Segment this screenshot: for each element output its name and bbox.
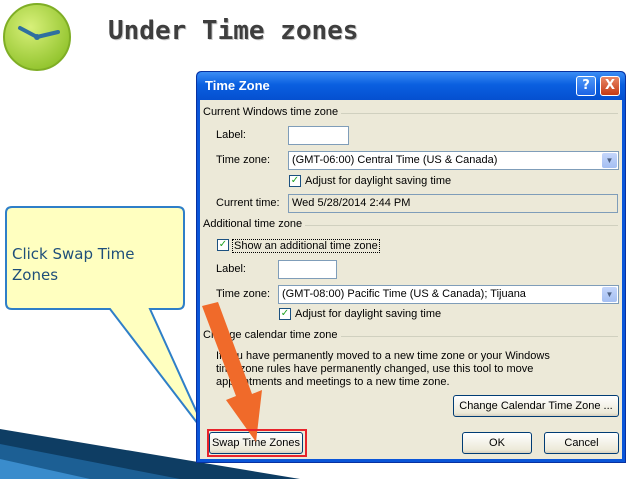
additional-timezone-caption: Time zone: [216,288,271,300]
help-button[interactable]: ? [576,76,596,96]
additional-group-label: Additional time zone [203,218,306,230]
change-calendar-timezone-button[interactable]: Change Calendar Time Zone ... [453,395,619,417]
additional-timezone-select[interactable]: (GMT-08:00) Pacific Time (US & Canada); … [278,285,619,304]
dialog-title: Time Zone [205,78,270,93]
current-dst-checkbox[interactable]: ✓ [289,175,301,187]
chevron-down-icon[interactable]: ▼ [602,287,617,302]
current-time-field: Wed 5/28/2014 2:44 PM [288,194,618,213]
additional-dst-checkbox[interactable]: ✓ [279,308,291,320]
dialog-titlebar: Time Zone ? X [197,72,625,100]
current-group-label: Current Windows time zone [203,106,342,118]
current-timezone-select[interactable]: (GMT-06:00) Central Time (US & Canada) ▼ [288,151,619,170]
additional-label-caption: Label: [216,263,246,275]
additional-timezone-value: (GMT-08:00) Pacific Time (US & Canada); … [282,288,526,300]
cancel-button[interactable]: Cancel [544,432,619,454]
current-timezone-caption: Time zone: [216,154,271,166]
additional-label-input[interactable] [278,260,337,279]
current-time-caption: Current time: [216,197,280,209]
current-timezone-value: (GMT-06:00) Central Time (US & Canada) [292,154,498,166]
orange-arrow-icon [202,302,262,442]
current-dst-label: Adjust for daylight saving time [305,175,452,187]
clock-icon [3,3,71,71]
ok-button[interactable]: OK [462,432,532,454]
swap-button-highlight [207,429,307,457]
additional-dst-label: Adjust for daylight saving time [295,308,442,320]
slide-title: Under Time zones [108,16,359,46]
current-label-input[interactable] [288,126,349,145]
chevron-down-icon[interactable]: ▼ [602,153,617,168]
current-label-caption: Label: [216,129,246,141]
close-button[interactable]: X [600,76,620,96]
callout-text: Click Swap Time Zones [12,245,135,284]
callout-bubble [5,206,200,429]
show-additional-checkbox[interactable]: ✓ [217,239,229,251]
show-additional-label: Show an additional time zone [232,239,380,253]
